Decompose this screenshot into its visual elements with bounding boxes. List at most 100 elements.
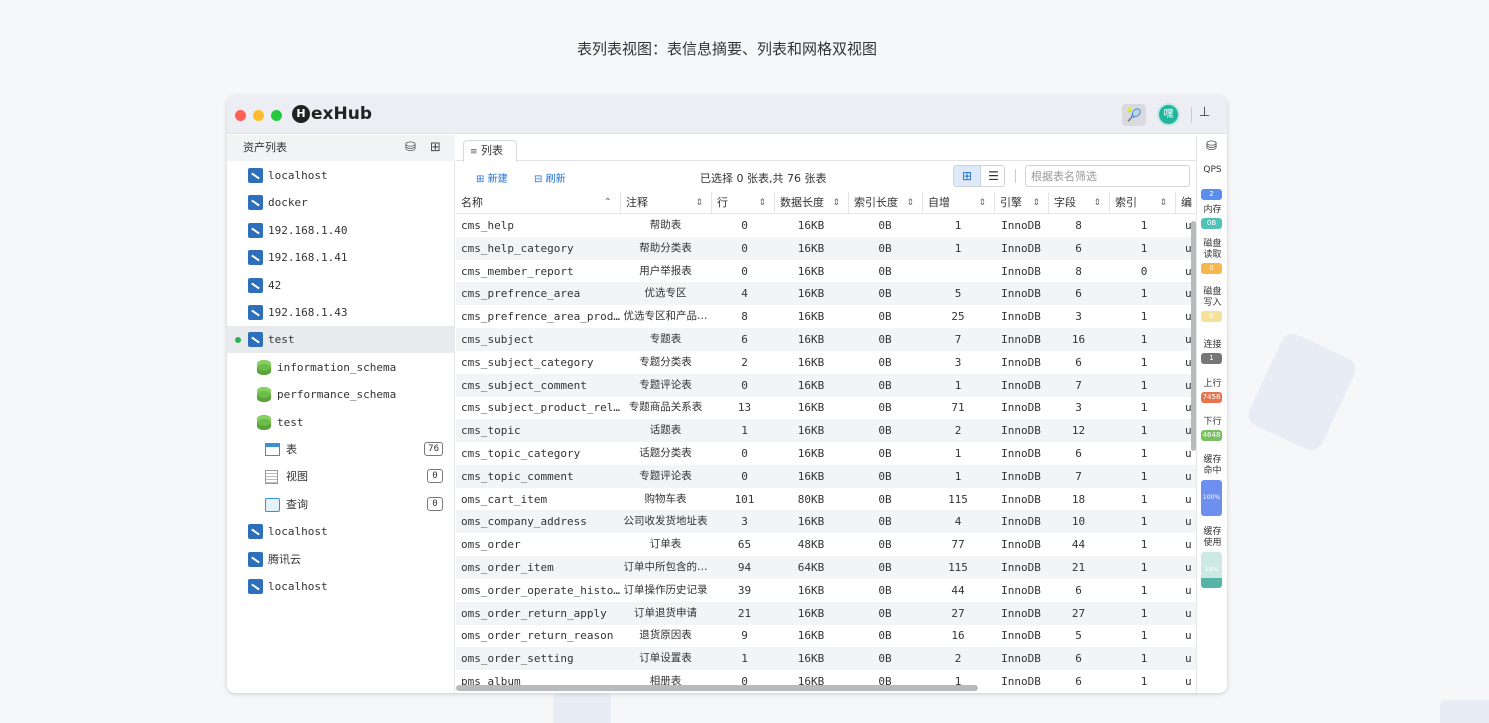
sidebar-item-server[interactable]: 192.168.1.43 <box>227 299 455 326</box>
column-header[interactable]: 自增 ⇕ <box>922 192 994 214</box>
table-cell: 6 <box>1075 241 1082 255</box>
sidebar-item-server[interactable]: 42 <box>227 272 455 299</box>
close-window-button[interactable] <box>235 110 246 121</box>
database-icon[interactable]: ⛁ <box>1206 139 1217 154</box>
sort-icon[interactable]: ⇕ <box>906 192 914 214</box>
sidebar-item-database[interactable]: test <box>227 409 455 436</box>
table-row[interactable]: oms_order_return_reason 退货原因表 9 16KB 0B 16 Inn… <box>456 624 1196 647</box>
sort-icon[interactable]: ⇕ <box>1032 192 1040 214</box>
table-cell: 9 <box>741 629 748 643</box>
sidebar-item-database[interactable]: performance_schema <box>227 381 455 408</box>
table-row[interactable]: cms_prefrence_area_prod… 优选专区和产品… 8 16KB 0B 2… <box>456 305 1196 328</box>
table-row[interactable]: cms_help_category 帮助分类表 0 16KB 0B 1 InnoDB 6 1 u <box>456 236 1196 260</box>
column-header[interactable]: 编 <box>1175 192 1196 214</box>
sidebar-item-label: test <box>268 333 295 347</box>
sidebar-item-server[interactable]: localhost <box>227 573 455 600</box>
table-cell: 5 <box>954 287 962 301</box>
sidebar-item-server[interactable]: localhost <box>227 162 455 189</box>
sidebar-item-label: 192.168.1.43 <box>268 306 348 319</box>
grid-view-button[interactable]: ⊞ <box>954 166 980 186</box>
table-row[interactable]: cms_topic_comment 专题评论表 0 16KB 0B 1 InnoDB 7 1 u <box>456 464 1196 488</box>
add-folder-icon[interactable]: ⊞ <box>430 141 441 155</box>
table-cell: 专题评论表 <box>639 469 692 482</box>
tab-list[interactable]: ≡ 列表 <box>463 140 517 162</box>
sort-icon[interactable]: ⇕ <box>978 192 986 214</box>
column-header[interactable]: 行 ⇕ <box>711 192 774 214</box>
table-cell: 订单操作历史记录 <box>623 583 708 596</box>
table-cell: 7 <box>1075 469 1082 483</box>
table-cell: 16KB <box>797 355 825 369</box>
sidebar-item-server[interactable]: localhost <box>227 518 455 545</box>
table-row[interactable]: cms_help 帮助表 0 16KB 0B 1 InnoDB 8 1 u <box>456 214 1196 237</box>
column-header[interactable]: 名称 ⌃ <box>456 192 620 214</box>
table-row[interactable]: oms_order 订单表 65 48KB 0B 77 InnoDB 44 1 u <box>456 533 1196 556</box>
table-cell: 39 <box>737 583 752 597</box>
sidebar-item-tables[interactable]: 表 76 <box>227 436 455 463</box>
sidebar-item-server[interactable]: docker <box>227 189 455 216</box>
sort-icon[interactable]: ⇕ <box>758 192 766 214</box>
new-table-button[interactable]: ⊞ 新建 <box>476 170 508 185</box>
table-cell: InnoDB <box>1001 561 1041 574</box>
asset-sidebar: 资产列表 ⛁ ⊞ localhost docker 192.168.1.40 192.… <box>227 135 455 693</box>
sidebar-item-server[interactable]: 腾讯云 <box>227 546 455 573</box>
table-row[interactable]: cms_topic_category 话题分类表 0 16KB 0B 1 InnoDB 6 1 u <box>456 442 1196 465</box>
table-cell: 64KB <box>797 561 825 574</box>
table-row[interactable]: oms_order_item 订单中所包含的… 94 64KB 0B 115 InnoDB 2… <box>456 556 1196 579</box>
list-view-button[interactable]: ☰ <box>980 166 1004 186</box>
column-header[interactable]: 数据长度 ⇕ <box>774 192 848 214</box>
table-row[interactable]: cms_subject_comment 专题评论表 0 16KB 0B 1 InnoDB 7 1… <box>456 373 1196 397</box>
sidebar-item-server[interactable]: test <box>227 326 455 354</box>
table-cell: 6 <box>1075 583 1082 597</box>
table-cell: 1 <box>1140 629 1148 643</box>
sort-icon[interactable]: ⇕ <box>1159 192 1167 214</box>
column-header[interactable]: 引擎 ⇕ <box>994 192 1048 214</box>
sidebar-item-server[interactable]: 192.168.1.40 <box>227 217 455 244</box>
table-row[interactable]: oms_order_setting 订单设置表 1 16KB 0B 2 InnoDB 6 1 u <box>456 647 1196 671</box>
table-row[interactable]: oms_order_operate_histo… 订单操作历史记录 39 16KB 0B… <box>456 579 1196 602</box>
refresh-button[interactable]: ⊟ 刷新 <box>534 170 566 185</box>
table-cell: cms_subject <box>461 333 534 346</box>
table-cell: 1 <box>1140 447 1148 460</box>
column-header[interactable]: 字段 ⇕ <box>1048 192 1109 214</box>
column-header[interactable]: 索引长度 ⇕ <box>848 192 922 214</box>
server-icon <box>248 277 263 293</box>
sidebar-item-queries[interactable]: 查询 0 <box>227 491 455 518</box>
table-row[interactable]: cms_subject_category 专题分类表 2 16KB 0B 3 InnoDB 6… <box>456 351 1196 374</box>
sort-icon[interactable]: ⌃ <box>604 192 612 214</box>
toolbar: ⊞ 新建 ⊟ 刷新 已选择 0 张表,共 76 张表 ⊞ ☰ <box>456 162 1196 192</box>
table-cell: 48KB <box>797 538 825 552</box>
sort-icon[interactable]: ⇕ <box>832 192 840 214</box>
table-row[interactable]: oms_cart_item 购物车表 101 80KB 0B 115 InnoDB 18 1 u <box>456 488 1196 511</box>
table-row[interactable]: oms_company_address 公司收发货地址表 3 16KB 0B 4 InnoD… <box>456 510 1196 534</box>
table-cell: InnoDB <box>1001 424 1041 438</box>
table-row[interactable]: oms_order_return_apply 订单退货申请 21 16KB 0B 27 In… <box>456 601 1196 625</box>
table-cell: u <box>1185 606 1192 620</box>
sort-icon[interactable]: ⇕ <box>1093 192 1101 214</box>
table-cell: InnoDB <box>1001 492 1041 506</box>
add-db-icon[interactable]: ⛁ <box>405 141 416 155</box>
tennis-icon[interactable]: 🎾 <box>1122 104 1146 126</box>
sort-icon[interactable]: ⇕ <box>695 192 703 214</box>
horizontal-scrollbar[interactable] <box>456 685 978 691</box>
sidebar-item-database[interactable]: information_schema <box>227 354 455 381</box>
table-row[interactable]: cms_subject 专题表 6 16KB 0B 7 InnoDB 16 1 u <box>456 328 1196 351</box>
table-filter-input[interactable] <box>1025 165 1190 187</box>
table-row[interactable]: cms_member_report 用户举报表 0 16KB 0B InnoDB 8 0 u <box>456 260 1196 283</box>
table-cell: 0B <box>878 424 892 438</box>
table-row[interactable]: cms_subject_product_rel… 专题商品关系表 13 16KB 0B 7… <box>456 396 1196 419</box>
table-row[interactable]: cms_prefrence_area 优选专区 4 16KB 0B 5 InnoDB 6 1 u <box>456 282 1196 306</box>
table-cell: 8 <box>1075 219 1082 232</box>
table-cell: 0B <box>878 333 892 346</box>
column-header-label: 编 <box>1181 196 1192 209</box>
minimize-window-button[interactable] <box>253 110 264 121</box>
avatar[interactable]: 嘿 <box>1157 103 1180 126</box>
maximize-window-button[interactable] <box>271 110 282 121</box>
sidebar-item-views[interactable]: 视图 0 <box>227 463 455 490</box>
column-header[interactable]: 索引 ⇕ <box>1109 192 1175 214</box>
table-cell: 6 <box>741 333 748 346</box>
sidebar-item-server[interactable]: 192.168.1.41 <box>227 244 455 271</box>
table-row[interactable]: cms_topic 话题表 1 16KB 0B 2 InnoDB 12 1 u <box>456 419 1196 443</box>
pin-icon[interactable]: ⊥ <box>1199 105 1210 120</box>
table-cell: 专题评论表 <box>639 378 692 391</box>
column-header[interactable]: 注释 ⇕ <box>620 192 711 214</box>
